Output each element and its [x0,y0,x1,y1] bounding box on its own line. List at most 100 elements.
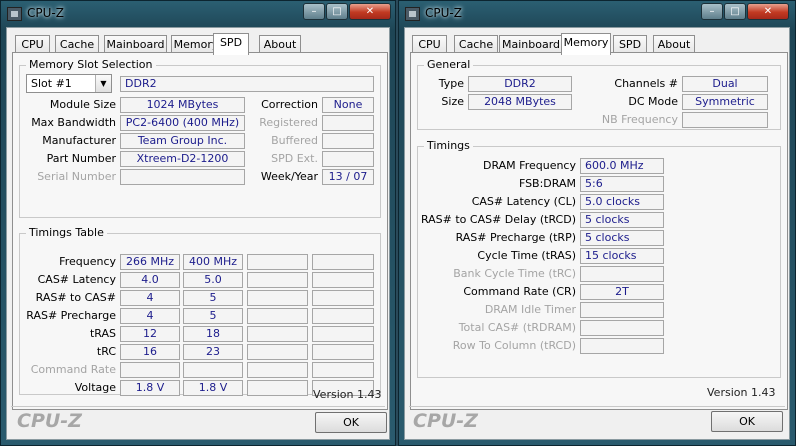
timing-label: tRC [96,345,116,358]
memory-slot-selection-group: Memory Slot Selection Slot #1 ▼ DDR2 Mod… [19,58,381,218]
dc-mode-label: DC Mode [628,95,678,108]
timing-value [580,302,664,318]
slot-select[interactable]: Slot #1 ▼ [26,74,112,93]
timing-label: Cycle Time (tRAS) [477,249,576,262]
timing-label: RAS# Precharge [26,309,116,322]
timing-col4 [312,344,374,360]
timing-col1: 12 [120,326,180,342]
ok-button[interactable]: OK [711,411,783,432]
buffered-label: Buffered [271,134,318,147]
client-area: CPU Cache Mainboard Memory SPD About Gen… [404,27,790,440]
window-title: CPU-Z [425,6,462,20]
part-number-value: Xtreem-D2-1200 [120,151,245,167]
timing-col3 [247,308,308,324]
week-year-value: 13 / 07 [322,169,374,185]
timing-label: RAS# to CAS# [35,291,116,304]
manufacturer-value: Team Group Inc. [120,133,245,149]
timing-col2 [183,362,243,378]
timing-col3 [247,380,308,396]
serial-number-value [120,169,245,185]
timing-col4 [312,326,374,342]
tab-memory[interactable]: Memory [561,33,611,55]
maximize-button[interactable]: □ [724,3,746,20]
timing-col1: 266 MHz [120,254,180,270]
max-bandwidth-label: Max Bandwidth [31,116,116,129]
timing-label: Command Rate (CR) [463,285,576,298]
chevron-down-icon[interactable]: ▼ [95,75,111,92]
week-year-label: Week/Year [260,170,318,183]
minimize-button[interactable]: – [303,3,325,20]
divider [11,406,385,407]
dc-mode-value: Symmetric [682,94,768,110]
timing-label: RAS# Precharge (tRP) [455,231,576,244]
part-number-label: Part Number [46,152,116,165]
cpuz-app-icon[interactable] [405,7,420,21]
ok-button[interactable]: OK [315,412,387,433]
timing-col3 [247,344,308,360]
timing-col3 [247,362,308,378]
title-bar[interactable]: CPU-Z – □ ✕ [1,1,395,27]
version-label: Version 1.43 [707,386,776,399]
timing-label: tRAS [89,327,116,340]
timing-col3 [247,254,308,270]
timing-col1: 4 [120,290,180,306]
timing-value: 5.0 clocks [580,194,664,210]
timing-col4 [312,308,374,324]
buffered-value [322,133,374,149]
correction-value: None [322,97,374,113]
timing-col4 [312,272,374,288]
module-size-value: 1024 MBytes [120,97,245,113]
timing-col3 [247,290,308,306]
timing-value [580,320,664,336]
close-button[interactable]: ✕ [747,3,789,20]
size-label: Size [441,95,464,108]
minimize-button[interactable]: – [701,3,723,20]
group-title: General [424,58,474,72]
spd-ext-value [322,151,374,167]
timing-label: Command Rate [30,363,116,376]
timing-value: 5 clocks [580,230,664,246]
cpuz-app-icon[interactable] [7,7,22,21]
cpuz-window-memory: CPU-Z – □ ✕ CPU Cache Mainboard Memory S… [398,0,796,446]
timing-value: 5:6 [580,176,664,192]
memory-type-value: DDR2 [120,76,374,92]
title-bar[interactable]: CPU-Z – □ ✕ [399,1,795,27]
correction-label: Correction [261,98,318,111]
timing-col2: 23 [183,344,243,360]
timing-col1: 16 [120,344,180,360]
version-label: Version 1.43 [313,388,382,401]
general-group: General Type DDR2 Size 2048 MBytes Chann… [417,58,781,130]
timing-value: 5 clocks [580,212,664,228]
registered-value [322,115,374,131]
max-bandwidth-value: PC2-6400 (400 MHz) [120,115,245,131]
serial-number-label: Serial Number [37,170,116,183]
timing-label: FSB:DRAM [518,177,576,190]
timing-label: RAS# to CAS# Delay (tRCD) [420,213,576,226]
timing-col2: 18 [183,326,243,342]
timing-label: DRAM Frequency [482,159,576,172]
spd-ext-label: SPD Ext. [271,152,318,165]
spd-page: Memory Slot Selection Slot #1 ▼ DDR2 Mod… [12,52,388,410]
timing-label: Voltage [74,381,116,394]
group-title: Timings Table [26,226,107,240]
cpuz-brand-logo: CPU-Z [413,410,478,432]
timing-col1: 4.0 [120,272,180,288]
timing-label: Frequency [59,255,116,268]
timing-col4 [312,362,374,378]
timing-label: Total CAS# (tRDRAM) [458,321,576,334]
timing-col1: 4 [120,308,180,324]
client-area: CPU Cache Mainboard Memory SPD About Mem… [6,27,390,440]
channels-value: Dual [682,76,768,92]
memory-page: General Type DDR2 Size 2048 MBytes Chann… [410,52,788,410]
timing-value: 2T [580,284,664,300]
timing-col3 [247,272,308,288]
tab-spd[interactable]: SPD [213,33,249,55]
timings-table-group: Timings Table Frequency 266 MHz 400 MHz … [19,226,381,396]
timing-col1 [120,362,180,378]
close-button[interactable]: ✕ [349,3,391,20]
slot-selected-value: Slot #1 [31,77,72,90]
window-title: CPU-Z [27,6,64,20]
type-value: DDR2 [468,76,572,92]
maximize-button[interactable]: □ [326,3,348,20]
timing-value [580,266,664,282]
